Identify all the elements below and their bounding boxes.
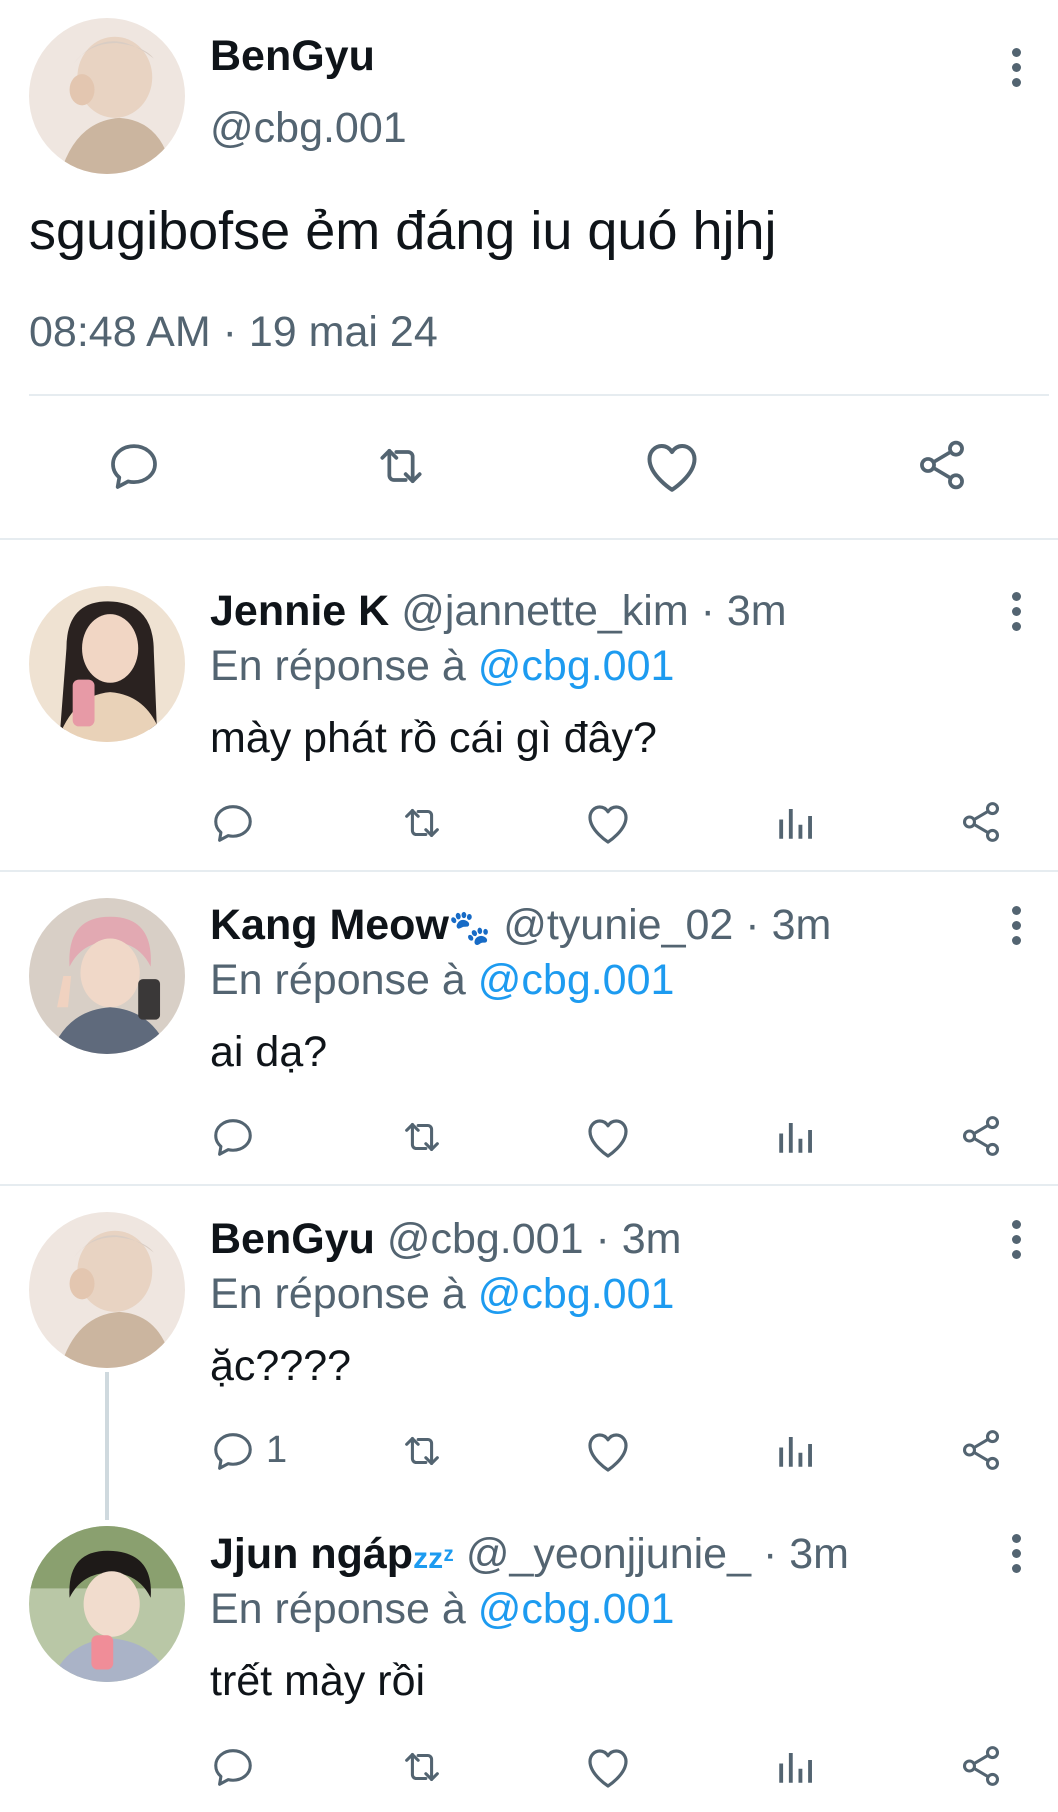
retweet-icon[interactable]	[396, 1428, 448, 1474]
views-icon[interactable]	[774, 800, 816, 846]
retweet-icon[interactable]	[370, 438, 432, 494]
divider	[0, 870, 1058, 872]
like-icon[interactable]	[584, 1428, 632, 1474]
reply-context: En réponse à @cbg.001	[210, 956, 674, 1005]
more-icon[interactable]	[1010, 48, 1022, 93]
reply-count: 1	[266, 1429, 288, 1471]
reply-icon[interactable]	[106, 438, 162, 494]
display-name[interactable]: Jjun ngáp	[210, 1530, 413, 1578]
avatar[interactable]	[29, 586, 185, 742]
reply-text: trết mày rồi	[210, 1657, 426, 1705]
share-icon[interactable]	[958, 798, 1004, 846]
avatar[interactable]	[29, 898, 185, 1054]
reply-header: BenGyu @cbg.001 · 3m	[210, 1215, 681, 1264]
avatar[interactable]	[29, 1526, 185, 1682]
retweet-icon[interactable]	[396, 1114, 448, 1160]
reply-text: ặc????	[210, 1342, 352, 1390]
more-icon[interactable]	[1010, 1534, 1022, 1579]
reply-header: Kang Meow🐾 @tyunie_02 · 3m	[210, 901, 831, 950]
handle[interactable]: @cbg.001	[210, 104, 407, 153]
share-icon[interactable]	[958, 1112, 1004, 1160]
views-icon[interactable]	[774, 1744, 816, 1790]
reply-context: En réponse à @cbg.001	[210, 642, 674, 691]
reply-to-link[interactable]: @cbg.001	[478, 642, 675, 690]
name-emoji: 🐾	[448, 909, 492, 947]
handle[interactable]: @tyunie_02	[503, 901, 733, 949]
like-icon[interactable]	[584, 800, 632, 846]
reply-header: Jjun ngápzzᶻ @_yeonjjunie_ · 3m	[210, 1530, 849, 1579]
reply-to-link[interactable]: @cbg.001	[478, 1270, 675, 1318]
like-icon[interactable]	[584, 1114, 632, 1160]
retweet-icon[interactable]	[396, 1744, 448, 1790]
avatar[interactable]	[29, 1212, 185, 1368]
reply-header: Jennie K @jannette_kim · 3m	[210, 587, 787, 636]
more-icon[interactable]	[1010, 1220, 1022, 1265]
share-icon[interactable]	[958, 1742, 1004, 1790]
reply-time[interactable]: · 3m	[595, 1215, 681, 1263]
reply-context: En réponse à @cbg.001	[210, 1270, 674, 1319]
reply-time[interactable]: · 3m	[701, 587, 787, 635]
handle[interactable]: @_yeonjjunie_	[466, 1530, 751, 1578]
more-icon[interactable]	[1010, 906, 1022, 951]
reply-prefix: En réponse à	[210, 642, 466, 690]
reply-text: ai dạ?	[210, 1028, 328, 1076]
reply-prefix: En réponse à	[210, 1270, 466, 1318]
handle[interactable]: @jannette_kim	[401, 587, 688, 635]
display-name[interactable]: BenGyu	[210, 32, 375, 81]
timestamp[interactable]: 08:48 AM · 19 mai 24	[29, 308, 438, 357]
reply-time[interactable]: · 3m	[763, 1530, 849, 1578]
reply-to-link[interactable]: @cbg.001	[478, 1585, 675, 1633]
share-icon[interactable]	[958, 1426, 1004, 1474]
retweet-icon[interactable]	[396, 800, 448, 846]
display-name[interactable]: BenGyu	[210, 1215, 375, 1263]
reply-icon[interactable]	[210, 1428, 256, 1474]
display-name[interactable]: Jennie K	[210, 587, 389, 635]
handle[interactable]: @cbg.001	[387, 1215, 584, 1263]
like-icon[interactable]	[642, 438, 702, 494]
reply-text: mày phát rồ cái gì đây?	[210, 714, 657, 762]
name-emoji: zzᶻ	[413, 1542, 454, 1575]
tweet-text: sgugibofse ẻm đáng iu quó hjhj	[29, 201, 777, 261]
reply-to-link[interactable]: @cbg.001	[478, 956, 675, 1004]
more-icon[interactable]	[1010, 592, 1022, 637]
reply-time[interactable]: · 3m	[745, 901, 831, 949]
divider	[0, 1184, 1058, 1186]
thread-line	[105, 1372, 109, 1520]
reply-icon[interactable]	[210, 800, 256, 846]
reply-icon[interactable]	[210, 1114, 256, 1160]
reply-prefix: En réponse à	[210, 956, 466, 1004]
reply-context: En réponse à @cbg.001	[210, 1585, 674, 1634]
divider	[29, 394, 1049, 396]
reply-prefix: En réponse à	[210, 1585, 466, 1633]
reply-icon[interactable]	[210, 1744, 256, 1790]
views-icon[interactable]	[774, 1428, 816, 1474]
avatar[interactable]	[29, 18, 185, 174]
like-icon[interactable]	[584, 1744, 632, 1790]
views-icon[interactable]	[774, 1114, 816, 1160]
display-name[interactable]: Kang Meow	[210, 901, 449, 949]
share-icon[interactable]	[914, 436, 970, 494]
divider	[0, 538, 1058, 540]
